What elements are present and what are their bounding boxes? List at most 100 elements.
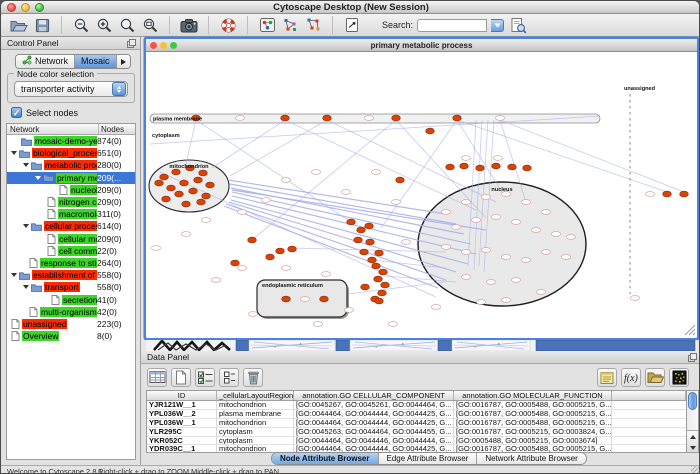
- network-canvas[interactable]: plasma membranecytoplasmmitochondrionnuc…: [146, 52, 697, 337]
- tree-row[interactable]: mosaic-demo-yeast874(0): [7, 135, 135, 147]
- node-label[interactable]: [341, 190, 350, 195]
- network-node[interactable]: [347, 219, 356, 225]
- select-nodes-checkbox[interactable]: ✓ Select nodes: [11, 107, 78, 118]
- node-label[interactable]: [431, 305, 440, 310]
- node-label[interactable]: [461, 200, 470, 205]
- table-row[interactable]: YPL036W__1mitochondrion[GO:0044464, GO:0…: [147, 419, 686, 428]
- expand-arrow-icon[interactable]: [11, 273, 17, 277]
- network-node[interactable]: [288, 246, 297, 252]
- network-node[interactable]: [379, 269, 388, 275]
- network-node[interactable]: [392, 115, 401, 121]
- tree-row[interactable]: Overview8(0): [7, 330, 135, 342]
- tree-row[interactable]: response to stimulu264(0): [7, 257, 135, 269]
- network-node[interactable]: [182, 201, 191, 207]
- network-node[interactable]: [199, 170, 208, 176]
- import-attributes-icon[interactable]: [645, 368, 665, 387]
- network-node[interactable]: [375, 250, 384, 256]
- tree-row[interactable]: unassigned223(0): [7, 318, 135, 330]
- frame-close-icon[interactable]: [150, 42, 157, 49]
- unselect-attributes-icon[interactable]: [219, 368, 239, 387]
- node-label[interactable]: [551, 232, 560, 237]
- node-label[interactable]: [501, 298, 510, 303]
- tree-col-network[interactable]: Network: [7, 124, 99, 134]
- network-node[interactable]: [460, 163, 469, 169]
- network-node[interactable]: [368, 257, 377, 263]
- network-node[interactable]: [396, 177, 405, 183]
- node-label[interactable]: [511, 220, 520, 225]
- scroll-down-icon[interactable]: [687, 442, 698, 453]
- network-node[interactable]: [202, 193, 211, 199]
- help-ring-icon[interactable]: [218, 16, 238, 34]
- node-label[interactable]: [486, 280, 495, 285]
- tab-overflow-icon[interactable]: [117, 55, 130, 68]
- node-label[interactable]: [645, 192, 654, 197]
- zoom-fit-icon[interactable]: [117, 16, 137, 34]
- column-header[interactable]: annotation.GO CELLULAR_COMPONENT: [294, 391, 454, 400]
- float-panel-icon[interactable]: [127, 39, 136, 48]
- table-row[interactable]: YJR121W__1mitochondrion[GO:0045267, GO:0…: [147, 401, 686, 410]
- node-label[interactable]: [391, 200, 400, 205]
- network-node[interactable]: [320, 296, 329, 302]
- node-label[interactable]: [521, 200, 530, 205]
- network-node[interactable]: [276, 248, 285, 254]
- network-node[interactable]: [354, 237, 363, 243]
- delete-attribute-icon[interactable]: [243, 368, 263, 387]
- table-header-row[interactable]: ID_cellularLayoutRegionannotation.GO CEL…: [147, 391, 686, 401]
- zoom-out-icon[interactable]: [71, 16, 91, 34]
- node-label[interactable]: [248, 312, 257, 317]
- tree-col-nodes[interactable]: Nodes: [99, 124, 135, 134]
- network-node[interactable]: [446, 164, 455, 170]
- network-node[interactable]: [453, 115, 462, 121]
- network-node[interactable]: [508, 164, 517, 170]
- network-node[interactable]: [160, 174, 169, 180]
- network-node[interactable]: [162, 196, 171, 202]
- layout-grid-icon[interactable]: [280, 16, 300, 34]
- node-label[interactable]: [344, 308, 353, 313]
- float-panel-icon[interactable]: [688, 353, 697, 362]
- network-node[interactable]: [323, 115, 332, 121]
- node-label[interactable]: [491, 215, 500, 220]
- node-label[interactable]: [566, 235, 575, 240]
- search-config-icon[interactable]: [508, 16, 528, 34]
- annotation-icon[interactable]: [342, 16, 362, 34]
- tree-row[interactable]: transport558(0): [7, 281, 135, 293]
- table-row[interactable]: YPL036W__2plasma membrane[GO:0044464, GO…: [147, 410, 686, 419]
- expand-arrow-icon[interactable]: [23, 224, 29, 228]
- node-label[interactable]: [481, 195, 490, 200]
- table-row[interactable]: YLR295Ccytoplasm[GO:0045263, GO:0044464,…: [147, 428, 686, 437]
- tree-header[interactable]: Network Nodes: [7, 124, 135, 135]
- node-label[interactable]: [471, 218, 480, 223]
- network-node[interactable]: [155, 180, 164, 186]
- node-label[interactable]: [281, 178, 290, 183]
- network-node[interactable]: [361, 284, 370, 290]
- network-node[interactable]: [378, 290, 387, 296]
- save-icon[interactable]: [32, 16, 52, 34]
- node-label[interactable]: [281, 266, 290, 271]
- node-label[interactable]: [461, 275, 470, 280]
- network-node[interactable]: [476, 165, 485, 171]
- node-label[interactable]: [300, 297, 309, 302]
- tree-row[interactable]: multi-organism pro42(0): [7, 306, 135, 318]
- scrollbar-thumb[interactable]: [688, 392, 697, 410]
- tree-row[interactable]: macromolecule311(0): [7, 208, 135, 220]
- tab-network-attribute-browser[interactable]: Network Attribute Browser: [477, 453, 585, 464]
- node-label[interactable]: [531, 228, 540, 233]
- function-builder-icon[interactable]: f(x): [621, 368, 641, 387]
- tab-node-attribute-browser[interactable]: Node Attribute Browser: [272, 453, 379, 464]
- network-node[interactable]: [426, 128, 435, 134]
- table-icon[interactable]: [147, 368, 167, 387]
- network-node[interactable]: [197, 199, 206, 205]
- network-node[interactable]: [492, 163, 501, 169]
- network-node[interactable]: [180, 180, 189, 186]
- node-label[interactable]: [451, 225, 460, 230]
- tree-row[interactable]: primary metab209(...: [7, 172, 135, 184]
- column-header[interactable]: annotation.GO MOLECULAR_FUNCTION: [454, 391, 612, 400]
- window-titlebar[interactable]: Cytoscape Desktop (New Session): [1, 1, 700, 14]
- network-node[interactable]: [663, 191, 672, 197]
- tree-row[interactable]: nitrogen compo209(0): [7, 196, 135, 208]
- column-header[interactable]: _cellularLayoutRegion: [217, 391, 294, 400]
- search-input[interactable]: [417, 19, 487, 32]
- network-node[interactable]: [372, 263, 381, 269]
- expand-arrow-icon[interactable]: [35, 176, 41, 180]
- network-node[interactable]: [366, 239, 375, 245]
